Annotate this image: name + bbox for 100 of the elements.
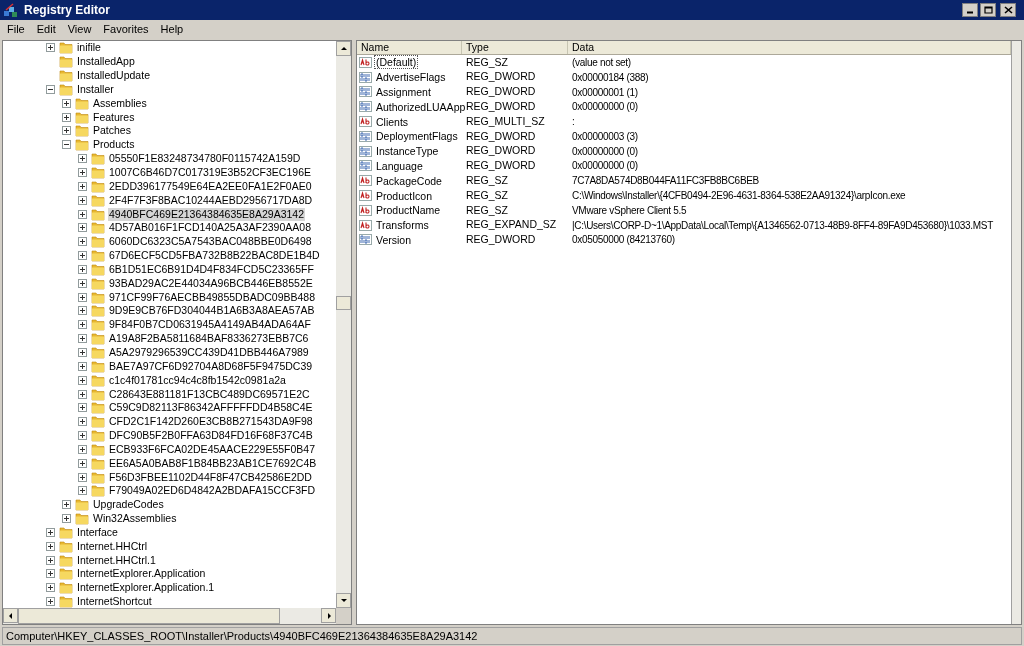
expand-icon[interactable]: [46, 527, 55, 537]
tree-item[interactable]: 67D6ECF5CD5FBA732B8B22BAC8DE1B4D: [108, 249, 321, 263]
tree-item[interactable]: Interface: [76, 525, 119, 539]
tree-item[interactable]: 1007C6B46D7C017319E3B52CF3EC196E: [108, 166, 312, 179]
tree-item[interactable]: Features: [92, 110, 136, 124]
tree-item[interactable]: InternetExplorer.Application: [76, 567, 207, 581]
menu-item[interactable]: View: [62, 20, 97, 38]
value-name[interactable]: ProductIcon: [374, 188, 435, 203]
tree-item[interactable]: C59C9D82113F86342AFFFFFDD4B58C4E: [108, 401, 314, 415]
expand-icon[interactable]: [62, 514, 71, 524]
minimize-button[interactable]: [962, 3, 978, 17]
column-header[interactable]: Type: [462, 41, 568, 54]
tree-item[interactable]: Patches: [92, 124, 132, 138]
expand-icon[interactable]: [46, 569, 55, 579]
scroll-thumb[interactable]: [336, 296, 351, 310]
menu-item[interactable]: Help: [155, 20, 189, 38]
tree-item[interactable]: F56D3FBEE1102D44F8F47CB42586E2DD: [108, 470, 313, 484]
expand-icon[interactable]: [62, 126, 71, 136]
tree-item[interactable]: F79049A02ED6D4842A2BDAFA15CCF3FD: [108, 484, 317, 498]
tree-item[interactable]: Products: [92, 138, 136, 152]
menu-item[interactable]: File: [2, 20, 30, 38]
menu-item[interactable]: Edit: [31, 20, 61, 38]
value-name[interactable]: Version: [374, 232, 414, 247]
tree-item[interactable]: A5A2979296539CC439D41DBB446A7989: [108, 346, 310, 359]
tree-item[interactable]: Installer: [76, 82, 115, 96]
tree-item[interactable]: 05550F1E83248734780F0115742A159D: [108, 152, 302, 166]
tree-item[interactable]: Assemblies: [92, 96, 148, 110]
tree-item[interactable]: 2F4F7F3F8BAC10244AEBD2956717DA8D: [108, 193, 314, 207]
expand-icon[interactable]: [78, 417, 87, 427]
value-name[interactable]: (Default): [374, 55, 419, 70]
expand-icon[interactable]: [78, 223, 87, 233]
expand-icon[interactable]: [78, 472, 87, 482]
expand-icon[interactable]: [78, 237, 87, 247]
tree-item[interactable]: A19A8F2BA5811684BAF8336273EBB7C6: [108, 332, 310, 346]
expand-icon[interactable]: [78, 168, 87, 177]
value-name[interactable]: ProductName: [374, 203, 443, 218]
tree-item[interactable]: Internet.HHCtrl.1: [76, 553, 157, 567]
expand-icon[interactable]: [78, 181, 87, 191]
tree-item[interactable]: 93BAD29AC2E44034A96BCB446EB8552E: [108, 276, 314, 290]
tree-item[interactable]: 9D9E9CB76FD304044B1A6B3A8AEA57AB: [108, 304, 316, 318]
expand-icon[interactable]: [78, 431, 87, 441]
scroll-arrow-button[interactable]: [336, 41, 351, 56]
value-name[interactable]: DeploymentFlags: [374, 129, 460, 144]
tree-item[interactable]: 4D57AB016F1FCD140A25A3AF2390AA08: [108, 221, 312, 235]
close-button[interactable]: [1000, 3, 1016, 17]
expand-icon[interactable]: [62, 112, 71, 122]
value-name[interactable]: Clients: [374, 114, 411, 129]
expand-icon[interactable]: [78, 320, 87, 330]
scroll-arrow-button[interactable]: [3, 608, 18, 623]
expand-icon[interactable]: [78, 458, 87, 468]
tree-item[interactable]: DFC90B5F2B0FFA63D84FD16F68F37C4B: [108, 429, 314, 443]
expand-icon[interactable]: [78, 306, 87, 316]
expand-icon[interactable]: [78, 361, 87, 371]
expand-icon[interactable]: [78, 375, 87, 385]
tree-item[interactable]: c1c4f01781cc94c4c8fb1542c0981a2a: [108, 373, 287, 387]
tree-item[interactable]: 971CF99F76AECBB49855DBADC09BB488: [108, 290, 317, 304]
expand-icon[interactable]: [46, 541, 55, 551]
tree-item[interactable]: BAE7A97CF6D92704A8D68F5F9475DC39: [108, 359, 314, 373]
collapse-icon[interactable]: [46, 84, 55, 94]
expand-icon[interactable]: [78, 486, 87, 496]
tree-item[interactable]: 6B1D51EC6B91D4D4F834FCD5C23365FF: [108, 262, 315, 276]
expand-icon[interactable]: [78, 444, 87, 454]
tree-item[interactable]: 2EDD396177549E64EA2EE0FA1E2F0AE0: [108, 179, 313, 193]
tree-item[interactable]: InstalledApp: [76, 55, 136, 69]
value-name[interactable]: AdvertiseFlags: [374, 70, 448, 85]
expand-icon[interactable]: [78, 292, 87, 302]
maximize-button[interactable]: [980, 3, 996, 17]
tree-item[interactable]: C28643E881181F13CBC489DC69571E2C: [108, 387, 311, 401]
value-name[interactable]: AuthorizedLUAApp: [374, 99, 468, 114]
collapse-icon[interactable]: [62, 140, 71, 150]
value-name[interactable]: PackageCode: [374, 173, 444, 188]
value-name[interactable]: Assignment: [374, 85, 433, 99]
expand-icon[interactable]: [62, 98, 71, 108]
expand-icon[interactable]: [46, 555, 55, 565]
expand-icon[interactable]: [46, 597, 55, 607]
expand-icon[interactable]: [78, 209, 87, 219]
expand-icon[interactable]: [78, 334, 87, 344]
expand-icon[interactable]: [78, 389, 87, 399]
expand-icon[interactable]: [78, 264, 87, 274]
scroll-thumb[interactable]: [18, 608, 280, 624]
tree-item[interactable]: EE6A5A0BAB8F1B84BB23AB1CE7692C4B: [108, 456, 318, 470]
expand-icon[interactable]: [46, 43, 55, 53]
value-name[interactable]: InstanceType: [374, 144, 441, 159]
expand-icon[interactable]: [46, 583, 55, 593]
expand-icon[interactable]: [78, 251, 87, 261]
tree-item[interactable]: UpgradeCodes: [92, 498, 165, 512]
expand-icon[interactable]: [78, 278, 87, 288]
tree-item[interactable]: ECB933F6FCA02DE45AACE229E55F0B47: [108, 442, 317, 456]
tree-item[interactable]: inifile: [76, 41, 102, 55]
tree-item[interactable]: InternetShortcut: [76, 595, 153, 608]
tree-item[interactable]: 4940BFC469E21364384635E8A29A3142: [108, 207, 305, 221]
tree-item[interactable]: CFD2C1F142D260E3CB8B271543DA9F98: [108, 415, 314, 429]
expand-icon[interactable]: [78, 195, 87, 205]
tree-item[interactable]: InternetExplorer.Application.1: [76, 581, 216, 595]
tree-item[interactable]: 9F84F0B7CD0631945A4149AB4ADA64AF: [108, 318, 312, 332]
scroll-arrow-button[interactable]: [321, 608, 336, 623]
tree-item[interactable]: InstalledUpdate: [76, 69, 151, 83]
tree-item[interactable]: 6060DC6323C5A7543BAC048BBE0D6498: [108, 235, 313, 249]
expand-icon[interactable]: [78, 348, 87, 357]
tree-item[interactable]: Internet.HHCtrl: [76, 539, 149, 553]
